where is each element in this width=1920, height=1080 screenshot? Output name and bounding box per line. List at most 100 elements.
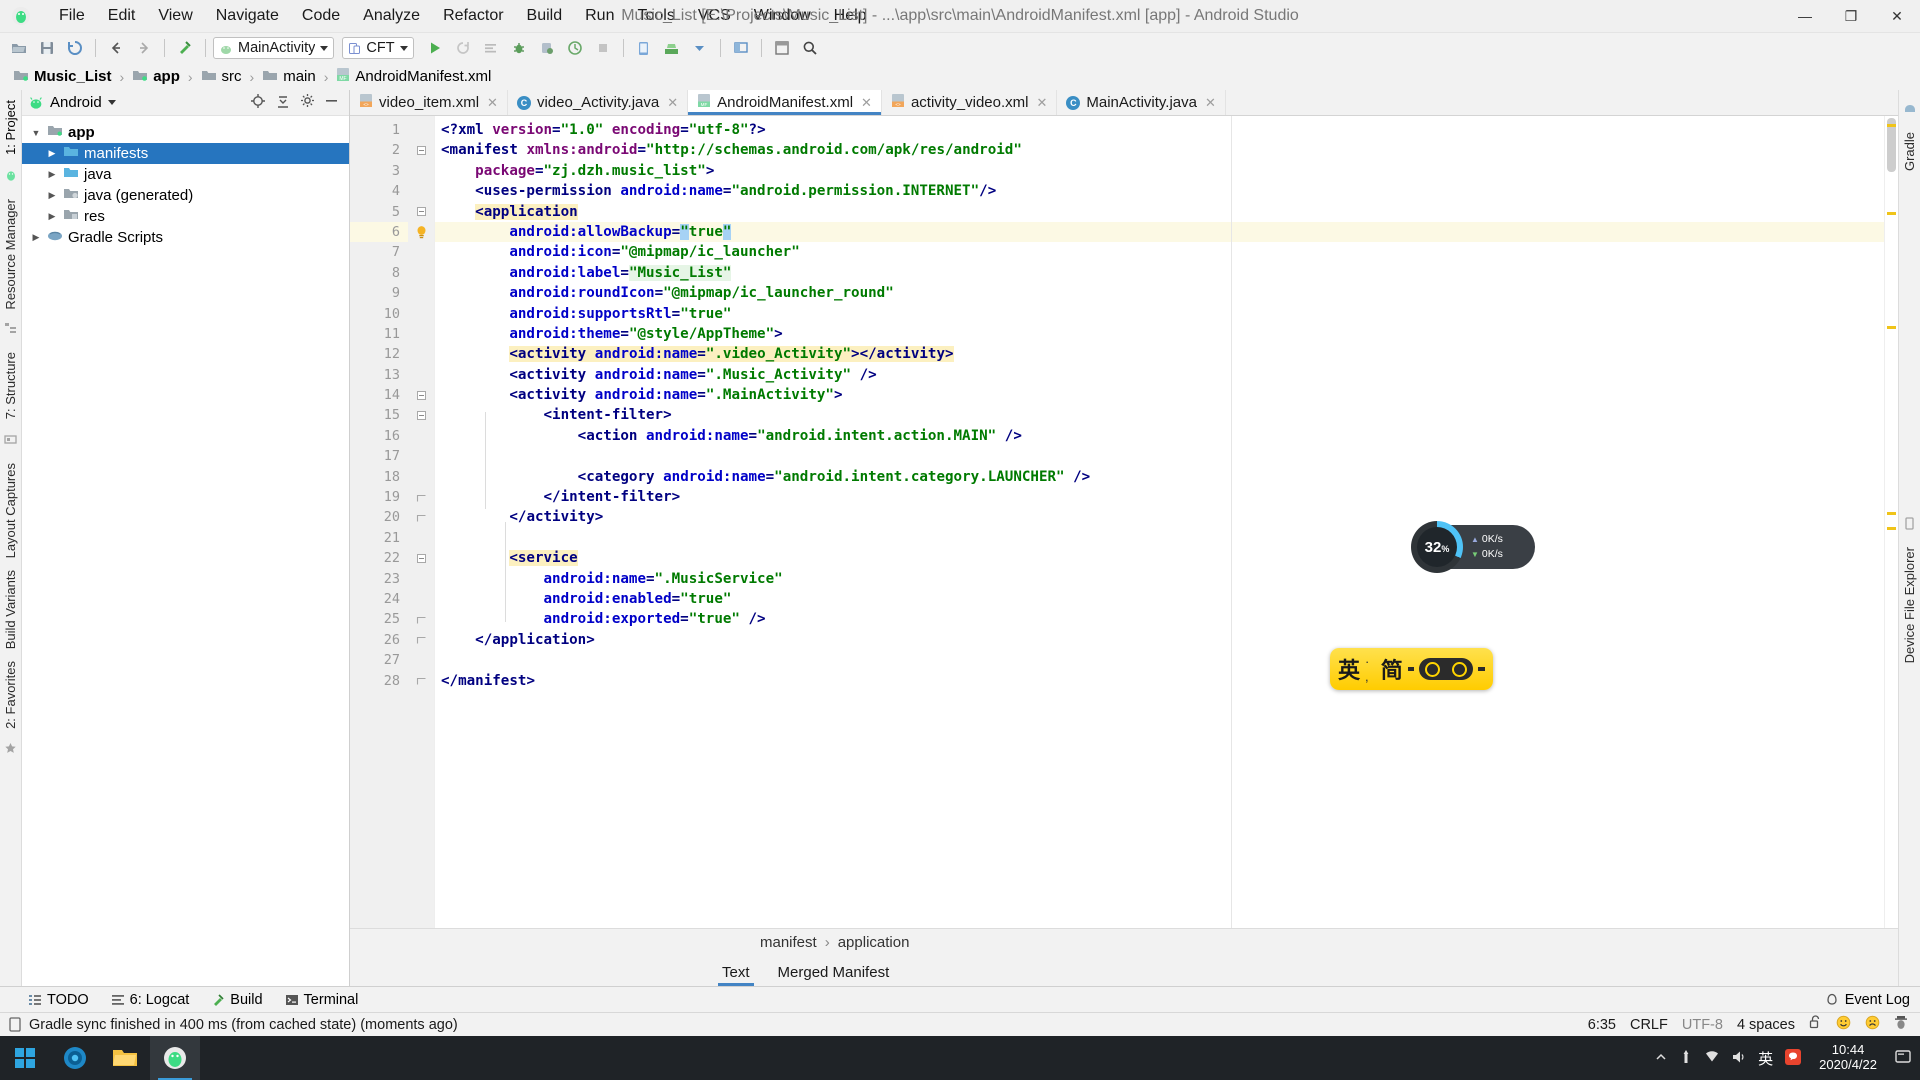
event-log-label[interactable]: Event Log (1845, 992, 1910, 1008)
build-hammer-icon[interactable] (172, 36, 198, 60)
menu-item-analyze[interactable]: Analyze (352, 3, 431, 30)
menu-item-run[interactable]: Run (574, 3, 625, 30)
apply-changes-icon[interactable] (450, 36, 476, 60)
attach-debugger-icon[interactable] (534, 36, 560, 60)
line-separator[interactable]: CRLF (1630, 1017, 1668, 1033)
taskbar-clock[interactable]: 10:44 2020/4/22 (1813, 1042, 1883, 1073)
ime-indicator-icon[interactable]: 英 (1758, 1048, 1773, 1069)
forward-icon[interactable] (131, 36, 157, 60)
sidebar-item-structure[interactable]: 7: Structure (1, 346, 20, 425)
editor-tab-mainactivity-java[interactable]: C MainActivity.java ✕ (1057, 90, 1226, 115)
sdk-manager-icon[interactable] (659, 36, 685, 60)
open-folder-icon[interactable] (6, 36, 32, 60)
code-line[interactable] (435, 446, 1884, 466)
code-line[interactable]: android:label="Music_List" (435, 263, 1884, 283)
close-icon[interactable]: ✕ (667, 95, 678, 111)
breadcrumb-item-main[interactable]: main (259, 67, 319, 87)
menu-item-vcs[interactable]: VCS (687, 3, 742, 30)
fold-end-handle[interactable] (408, 671, 434, 691)
network-icon[interactable] (1704, 1050, 1720, 1067)
sidebar-item-project[interactable]: 1: Project (1, 94, 20, 161)
chevron-right-icon[interactable]: ▶ (46, 148, 58, 159)
code-line[interactable]: android:allowBackup="true" (435, 221, 1884, 243)
tree-node-gradle-scripts[interactable]: ▶ Gradle Scripts (22, 227, 349, 248)
code-line[interactable]: android:exported="true" /> (435, 609, 1884, 629)
close-icon[interactable]: ✕ (1036, 95, 1047, 111)
chevron-down-icon-3[interactable] (107, 100, 116, 105)
close-icon[interactable]: ✕ (1205, 95, 1216, 111)
code-line[interactable] (435, 528, 1884, 548)
profiler-icon[interactable] (562, 36, 588, 60)
sogou-icon[interactable] (1784, 1048, 1802, 1069)
code-content[interactable]: <?xml version="1.0" encoding="utf-8"?> <m… (434, 116, 1884, 928)
fold-collapse-handle[interactable] (408, 405, 434, 425)
indent-setting[interactable]: 4 spaces (1737, 1017, 1795, 1033)
fold-end-handle[interactable] (408, 609, 434, 629)
menu-item-edit[interactable]: Edit (97, 3, 147, 30)
debug-icon[interactable] (506, 36, 532, 60)
fold-collapse-handle[interactable] (408, 140, 434, 160)
code-line[interactable]: <intent-filter> (435, 405, 1884, 425)
code-line[interactable]: android:enabled="true" (435, 589, 1884, 609)
code-line[interactable]: <action android:name="android.intent.act… (435, 426, 1884, 446)
code-line[interactable]: android:icon="@mipmap/ic_launcher" (435, 242, 1884, 262)
code-line[interactable]: <manifest xmlns:android="http://schemas.… (435, 140, 1884, 160)
menu-item-refactor[interactable]: Refactor (432, 3, 514, 30)
apply-code-changes-icon[interactable] (478, 36, 504, 60)
locate-icon[interactable] (250, 93, 266, 113)
menu-item-tools[interactable]: Tools (626, 3, 685, 30)
editor-tab-activity-video-xml[interactable]: <> activity_video.xml ✕ (882, 90, 1058, 115)
cortana-icon[interactable] (50, 1036, 100, 1080)
menu-item-build[interactable]: Build (516, 3, 574, 30)
code-line[interactable]: <activity android:name=".MainActivity"> (435, 385, 1884, 405)
editor-scrollbar[interactable] (1884, 116, 1898, 928)
happy-face-icon[interactable] (1836, 1015, 1851, 1034)
bottom-item-build[interactable]: Build (211, 992, 263, 1008)
code-line[interactable]: </activity> (435, 507, 1884, 527)
chevron-down-icon[interactable]: ▼ (30, 128, 42, 138)
menu-item-code[interactable]: Code (291, 3, 351, 30)
maximize-button[interactable]: ❐ (1828, 0, 1874, 33)
back-icon[interactable] (103, 36, 129, 60)
code-line[interactable]: <uses-permission android:name="android.p… (435, 181, 1884, 201)
code-line[interactable]: package="zj.dzh.music_list"> (435, 161, 1884, 181)
tree-node-app[interactable]: ▼ app (22, 122, 349, 143)
tree-node-manifests[interactable]: ▶ manifests (22, 143, 349, 164)
avd-manager-icon[interactable] (631, 36, 657, 60)
fold-collapse-handle[interactable] (408, 385, 434, 405)
run-icon[interactable] (422, 36, 448, 60)
tree-node-java[interactable]: ▶ java (22, 164, 349, 185)
editor-tab-video-activity-java[interactable]: Cvideo_Activity.java ✕ (508, 90, 689, 115)
editor-view-tab-text[interactable]: Text (718, 962, 754, 986)
hide-panel-icon[interactable] (324, 93, 339, 112)
settings-gear-icon[interactable] (300, 93, 315, 112)
fold-collapse-handle[interactable] (408, 548, 434, 568)
chevron-right-icon[interactable]: ▶ (30, 232, 42, 243)
bottom-item-todo[interactable]: TODO (28, 992, 89, 1008)
ime-language-toggle[interactable]: 英 (1338, 653, 1360, 685)
minimize-button[interactable]: — (1782, 0, 1828, 33)
menu-item-file[interactable]: File (48, 3, 96, 30)
code-line[interactable]: </manifest> (435, 671, 1884, 691)
code-line[interactable]: <activity android:name=".video_Activity"… (435, 344, 1884, 364)
layout-inspector-icon[interactable] (728, 36, 754, 60)
bottom-item-terminal[interactable]: Terminal (285, 992, 358, 1008)
code-line[interactable]: android:supportsRtl="true" (435, 304, 1884, 324)
sidebar-item-resource-manager[interactable]: Resource Manager (1, 193, 20, 316)
tree-node-res[interactable]: ▶ res (22, 206, 349, 227)
code-line[interactable]: <activity android:name=".Music_Activity"… (435, 365, 1884, 385)
chevron-right-icon[interactable]: ▶ (46, 169, 58, 180)
ime-simplified-toggle[interactable]: 简 (1381, 653, 1403, 685)
chevron-up-icon[interactable] (1654, 1050, 1668, 1067)
start-icon[interactable] (0, 1036, 50, 1080)
sogou-ime-toolbar[interactable]: 英 · , 简 (1330, 648, 1493, 690)
project-structure-icon[interactable] (769, 36, 795, 60)
editor-tab-video-item-xml[interactable]: <> video_item.xml ✕ (350, 90, 508, 115)
unlocked-icon[interactable] (1809, 1015, 1822, 1034)
sidebar-item-device-file-explorer[interactable]: Device File Explorer (1900, 541, 1919, 669)
caret-position[interactable]: 6:35 (1588, 1017, 1616, 1033)
tree-node-java-generated-[interactable]: ▶ java (generated) (22, 185, 349, 206)
chevron-right-icon[interactable]: ▶ (46, 211, 58, 222)
menu-item-navigate[interactable]: Navigate (205, 3, 290, 30)
editor-breadcrumb-item-application[interactable]: application (838, 934, 910, 951)
